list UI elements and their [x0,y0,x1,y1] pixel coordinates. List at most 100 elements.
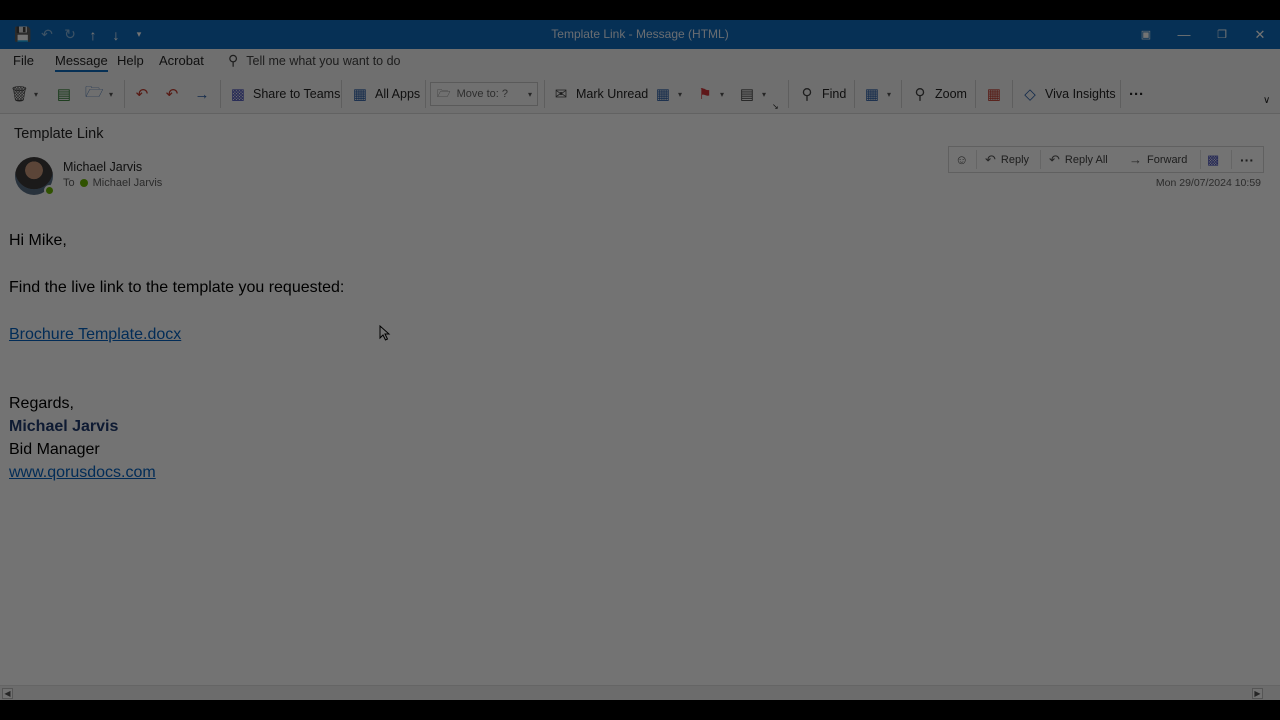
forward-label: Forward [1147,153,1188,166]
action-divider [1040,150,1041,169]
archive-button[interactable]: ▤ [55,82,73,106]
chevron-down-icon[interactable]: ▾ [762,90,766,99]
reply-icon: ↶ [135,86,149,103]
teams-icon: ▩ [1207,151,1220,167]
calendar-button[interactable]: ▦ [985,82,1003,106]
ribbon-divider [854,80,855,108]
translate-button[interactable]: ▦ ▾ [863,82,891,106]
viva-insights-icon: ◇ [1024,86,1036,103]
categorize-button[interactable]: ▦ ▾ [654,82,682,106]
follow-up-button[interactable]: ⚑ ▾ [696,82,724,106]
customize-icon[interactable]: ▾ [128,20,150,49]
reply-all-icon: ↶ [1049,151,1060,167]
categorize-icon: ▦ [655,86,671,103]
mark-unread-label: Mark Unread [576,87,649,101]
forward-button[interactable]: → [193,82,211,106]
dialog-launcher-icon: ↘ [772,101,779,111]
minimize-icon[interactable]: — [1165,20,1203,49]
chevron-down-icon[interactable]: ▾ [528,90,532,99]
ribbon-divider [901,80,902,108]
reply-all-icon: ↶ [165,86,179,103]
flag-icon: ⚑ [698,86,712,103]
archive-icon: ▤ [56,86,72,103]
move-to-quickstep[interactable]: 🗁 Move to: ? ▾ [430,82,538,106]
chevron-down-icon[interactable]: ▾ [720,90,724,99]
all-apps-button[interactable]: ▦ All Apps [351,82,420,106]
lightbulb-icon: ⚲ [228,52,239,68]
share-to-teams-button[interactable]: ▩ Share to Teams [229,82,340,106]
reply-all-button[interactable]: ↶ [163,82,181,106]
forward-icon: → [1129,152,1142,167]
scroll-left-icon[interactable]: ◀ [2,688,13,699]
chevron-down-icon[interactable]: ▾ [34,90,38,99]
chevron-down-icon[interactable]: ▾ [678,90,682,99]
rules-icon: ▤ [739,86,755,103]
chevron-down-icon[interactable]: ▾ [887,90,891,99]
mark-unread-button[interactable]: ✉ Mark Unread [552,82,649,106]
zoom-button[interactable]: ⚲ Zoom [911,82,967,106]
message-subject: Template Link [14,126,104,142]
save-icon[interactable]: 💾 [12,20,34,49]
undo-icon[interactable]: ↶ [36,20,58,49]
reply-all-action-button[interactable]: ↶ Reply All [1049,147,1108,172]
title-bar: 💾 ↶ ↻ ↑ ↓ ▾ Template Link - Message (HTM… [0,20,1280,49]
viva-insights-button[interactable]: ◇ Viva Insights [1021,82,1116,106]
move-button[interactable]: 🗁 ▾ [85,82,113,106]
rules-button[interactable]: ▤ ▾ [738,82,766,106]
presence-status-icon [44,185,55,196]
menu-acrobat[interactable]: Acrobat [159,53,204,68]
find-button[interactable]: ⚲ Find [798,82,847,106]
redo-icon[interactable]: ↻ [59,20,81,49]
viva-insights-label: Viva Insights [1045,87,1116,101]
horizontal-scrollbar[interactable]: ◀ ▶ [0,685,1280,700]
restore-icon[interactable]: ❐ [1203,20,1241,49]
regards-text: Regards, [9,395,74,412]
action-divider [1231,150,1232,169]
signature-website-link[interactable]: www.qorusdocs.com [9,464,156,482]
teams-action-button[interactable]: ▩ [1207,147,1219,172]
ribbon-toolbar: 🗑 ▾ ▤ 🗁 ▾ ↶ ↶ → ▩ Share to Teams ▦ All A… [0,74,1280,114]
menu-message[interactable]: Message [55,53,108,72]
envelope-icon: ✉ [554,86,568,103]
search-icon: ⚲ [801,86,813,103]
reply-all-label: Reply All [1064,153,1108,166]
tell-me-search[interactable]: ⚲ Tell me what you want to do [228,52,401,69]
ribbon-display-icon[interactable]: ▣ [1127,20,1165,49]
reply-button[interactable]: ↶ [133,82,151,106]
move-folder-icon: 🗁 [85,83,104,101]
sender-name[interactable]: Michael Jarvis [63,160,142,174]
up-arrow-icon[interactable]: ↑ [82,20,104,49]
ribbon-divider [975,80,976,108]
scroll-right-icon[interactable]: ▶ [1252,688,1263,699]
translate-icon: ▦ [864,86,880,103]
forward-action-button[interactable]: → Forward [1129,147,1187,172]
more-icon: ··· [1129,85,1144,103]
calendar-icon: ▦ [986,86,1002,103]
close-icon[interactable]: ✕ [1241,20,1279,49]
forward-icon: → [194,85,210,103]
more-actions-button[interactable]: ··· [1240,147,1254,172]
trash-icon: 🗑 [10,86,30,103]
recipient-name[interactable]: Michael Jarvis [93,177,163,189]
more-icon: ··· [1240,151,1254,168]
menu-file[interactable]: File [13,53,34,68]
zoom-icon: ⚲ [914,86,926,103]
ribbon-divider [341,80,342,108]
down-arrow-icon[interactable]: ↓ [105,20,127,49]
chevron-down-icon[interactable]: ▾ [109,90,113,99]
message-date: Mon 29/07/2024 10:59 [1155,177,1261,189]
signature-name: Michael Jarvis [9,418,119,435]
emoji-reaction-button[interactable]: ☺ [955,147,968,172]
teams-icon: ▩ [230,86,246,103]
menu-help[interactable]: Help [117,53,144,68]
apps-grid-icon: ▦ [352,86,368,103]
action-divider [976,150,977,169]
greeting-text: Hi Mike, [9,232,67,249]
ribbon-more-button[interactable]: ··· [1129,82,1144,106]
move-to-icon: 🗁 [437,87,451,100]
delete-button[interactable]: 🗑 ▾ [10,82,38,106]
attachment-link[interactable]: Brochure Template.docx [9,326,181,344]
collapse-ribbon-button[interactable]: ∨ [1263,88,1270,112]
reply-action-button[interactable]: ↶ Reply [985,147,1029,172]
body-line: Find the live link to the template you r… [9,279,345,296]
